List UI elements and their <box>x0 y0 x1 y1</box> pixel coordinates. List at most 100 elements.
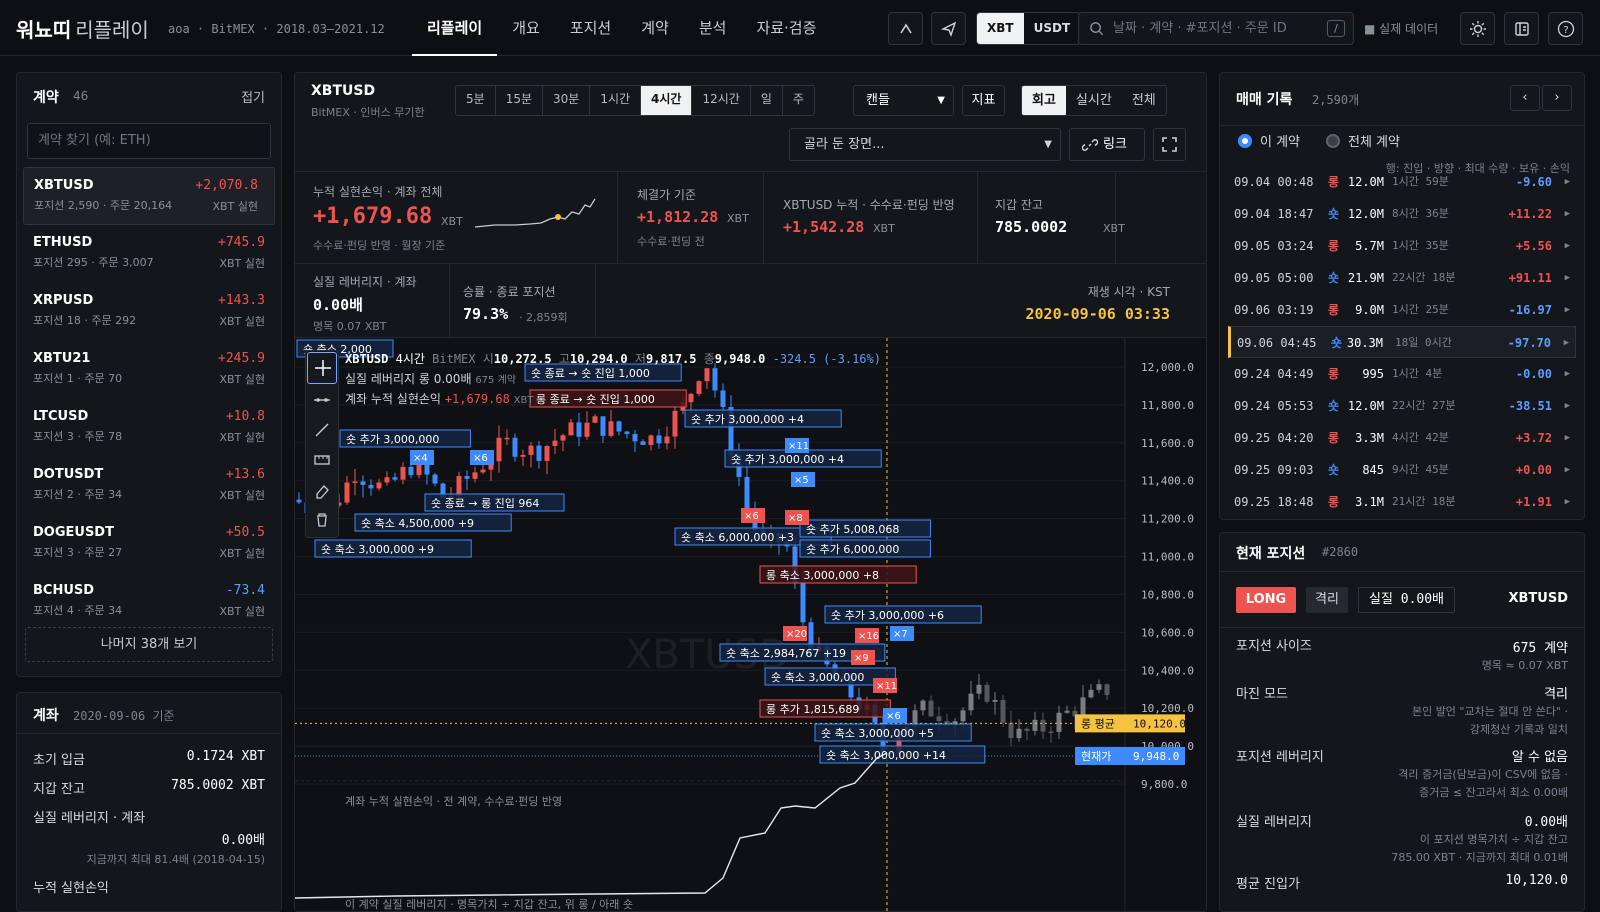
candle-body <box>1032 719 1038 731</box>
trade-row[interactable]: 09.04 00:48 롱 12.0M 1시간 59분 -9.60 ▶ <box>1228 166 1576 198</box>
account-leverage-label: 실질 레버리지 · 계좌 <box>33 811 146 826</box>
currency-xbt[interactable]: XBT <box>977 13 1024 44</box>
crosshair-tool-icon[interactable] <box>307 352 337 384</box>
timeframe-button[interactable]: 4시간 <box>641 86 693 115</box>
tab-contracts[interactable]: 계약 <box>626 0 684 56</box>
eraser-tool-icon[interactable] <box>306 475 338 505</box>
help-icon[interactable]: ? <box>1548 12 1583 45</box>
timeframe-button[interactable]: 5분 <box>456 86 496 115</box>
trade-annotation[interactable]: 숏 축소 4,500,000 +9 <box>354 513 512 532</box>
contract-row[interactable]: ETHUSD 포지션 295 · 주문 3,007 +745.9 XBT 실현 <box>17 225 281 283</box>
tab-overview[interactable]: 개요 <box>497 0 555 56</box>
timeframe-button[interactable]: 주 <box>783 86 814 115</box>
timeframe-button[interactable]: 12시간 <box>692 86 751 115</box>
candle-body <box>400 466 406 480</box>
caret-up-icon[interactable] <box>888 12 923 45</box>
tab-analysis[interactable]: 분석 <box>684 0 742 56</box>
trend-line-tool-icon[interactable] <box>306 415 338 445</box>
position-size-label: 포지션 사이즈 <box>1236 639 1312 654</box>
trade-annotation[interactable]: 숏 축소 3,000,000 +5 <box>814 723 972 742</box>
fill-count-marker: ×8 <box>785 510 809 525</box>
contract-row[interactable]: XBTUSD 포지션 2,590 · 주문 20,164 +2,070.8 XB… <box>23 167 275 225</box>
trade-qty: 21.9M <box>1347 271 1384 285</box>
trade-annotation[interactable]: 롱 종료 → 숏 진입 1,000 <box>529 389 687 408</box>
trade-annotation[interactable]: 숏 추가 3,000,000 <box>339 429 471 448</box>
collapse-button[interactable]: 접기 <box>241 87 265 106</box>
contract-search-input[interactable]: 계약 찾기 (예: ETH) <box>27 123 271 159</box>
filter-this-contract[interactable]: 이 계약 <box>1238 131 1300 150</box>
trade-row[interactable]: 09.06 03:19 롱 9.0M 1시간 25분 -16.97 ▶ <box>1228 294 1576 326</box>
sun-icon[interactable] <box>1460 12 1495 45</box>
tab-replay[interactable]: 리플레이 <box>412 0 498 56</box>
trade-annotation[interactable]: 숏 종료 → 롱 진입 964 <box>424 493 565 512</box>
candle-body <box>512 437 518 457</box>
trade-row[interactable]: 09.05 03:24 롱 5.7M 1시간 35분 +5.56 ▶ <box>1228 230 1576 262</box>
contract-row[interactable]: LTCUSD 포지션 3 · 주문 78 +10.8 XBT 실현 <box>17 399 281 457</box>
trade-pnl: -0.00 <box>1515 367 1552 381</box>
timeframe-button[interactable]: 30분 <box>543 86 591 115</box>
mode-review[interactable]: 회고 <box>1022 86 1066 115</box>
trade-row[interactable]: 09.25 04:20 롱 3.3M 4시간 42분 +3.72 ▶ <box>1228 422 1576 454</box>
candle-body <box>656 435 662 444</box>
currency-usdt[interactable]: USDT <box>1024 13 1081 44</box>
trade-annotation[interactable]: 숏 추가 3,000,000 +4 <box>684 409 842 428</box>
contract-row[interactable]: XRPUSD 포지션 18 · 주문 292 +143.3 XBT 실현 <box>17 283 281 341</box>
trade-annotation[interactable]: 롱 추가 1,815,689 <box>759 699 891 718</box>
trade-hold: 21시간 18분 <box>1392 495 1456 508</box>
tab-data-verify[interactable]: 자료·검증 <box>741 0 831 56</box>
trade-qty: 12.0M <box>1347 207 1384 221</box>
timeframe-button[interactable]: 15분 <box>496 86 543 115</box>
trade-annotation[interactable]: 숏 추가 6,000,000 <box>799 539 931 558</box>
trade-row[interactable]: 09.24 04:49 롱 995 1시간 4분 -0.00 ▶ <box>1228 358 1576 390</box>
trade-annotation[interactable]: 롱 축소 3,000,000 +8 <box>759 565 917 584</box>
mode-realtime[interactable]: 실시간 <box>1066 86 1122 115</box>
app-brand[interactable]: 워뇨띠 리플레이 <box>16 14 149 43</box>
price-chart[interactable]: 12,000.0 11,800.0 11,600.0 11,400.0 11,200.0… <box>295 338 1206 911</box>
trade-row[interactable]: 09.04 18:47 숏 12.0M 8시간 36분 +11.22 ▶ <box>1228 198 1576 230</box>
timeframe-button[interactable]: 1시간 <box>590 86 642 115</box>
trash-icon[interactable] <box>306 505 338 535</box>
show-more-contracts-button[interactable]: 나머지 38개 보기 <box>25 627 273 662</box>
contract-row[interactable]: DOTUSDT 포지션 2 · 주문 34 +13.6 XBT 실현 <box>17 457 281 515</box>
contract-list: XBTUSD 포지션 2,590 · 주문 20,164 +2,070.8 XB… <box>17 167 281 631</box>
contract-row[interactable]: BCHUSD 포지션 4 · 주문 34 -73.4 XBT 실현 <box>17 573 281 631</box>
y-tick-label: 10,200.0 <box>1141 702 1194 715</box>
chevron-left-icon[interactable]: ‹ <box>1510 85 1540 111</box>
search-input[interactable]: 날짜 · 계약 · #포지션 · 주문 ID / <box>1078 12 1354 45</box>
timeframe-button[interactable]: 일 <box>751 86 783 115</box>
ruler-tool-icon[interactable] <box>306 445 338 475</box>
trade-row[interactable]: 09.25 18:48 롱 3.1M 21시간 18분 +1.91 ▶ <box>1228 486 1576 518</box>
trade-annotation[interactable]: 숏 축소 3,000,000 +9 <box>314 539 472 558</box>
filter-all-contracts[interactable]: 전체 계약 <box>1326 131 1400 150</box>
mode-all[interactable]: 전체 <box>1122 86 1166 115</box>
trade-direction: 롱 <box>1328 367 1340 381</box>
trade-row[interactable]: 09.05 05:00 숏 21.9M 22시간 18분 +91.11 ▶ <box>1228 262 1576 294</box>
contract-row[interactable]: XBTU21 포지션 1 · 주문 70 +245.9 XBT 실현 <box>17 341 281 399</box>
trade-row[interactable]: 09.24 05:53 숏 12.0M 22시간 27분 -38.51 ▶ <box>1228 390 1576 422</box>
wallet-stat-label: 지갑 잔고 <box>995 198 1043 212</box>
fill-count-marker: ×20 <box>783 626 807 641</box>
indicators-button[interactable]: 지표 <box>962 85 1005 116</box>
fullscreen-icon[interactable] <box>1153 128 1186 161</box>
contract-row[interactable]: DOGEUSDT 포지션 3 · 주문 27 +50.5 XBT 실현 <box>17 515 281 573</box>
tab-positions[interactable]: 포지션 <box>555 0 626 56</box>
link-button[interactable]: 링크 <box>1069 128 1145 161</box>
candle-body <box>1064 710 1070 713</box>
trade-row[interactable]: 09.06 04:45 숏 30.3M 18일 0시간 -97.70 ▶ <box>1228 326 1576 358</box>
horizontal-line-tool-icon[interactable] <box>306 385 338 415</box>
trade-annotation[interactable]: 숏 추가 5,008,068 <box>799 519 931 538</box>
trade-annotation[interactable]: 숏 축소 3,000,000 +14 <box>819 745 986 764</box>
contracts-title: 계약 <box>33 90 59 106</box>
trade-annotation[interactable]: 숏 추가 3,000,000 +6 <box>824 605 982 624</box>
trade-pnl: +0.00 <box>1515 463 1552 477</box>
trade-annotation-text: 숏 축소 3,000,000 +5 <box>821 727 934 740</box>
saved-scene-select[interactable]: 골라 둔 장면... ▼ <box>789 128 1061 161</box>
chart-type-select[interactable]: 캔들 ▼ <box>853 85 954 116</box>
send-icon[interactable] <box>931 12 966 45</box>
candle-body <box>1000 699 1006 723</box>
chevron-right-icon[interactable]: › <box>1542 85 1572 111</box>
link-icon <box>1082 139 1098 151</box>
chart-symbol: XBTUSD <box>311 83 376 99</box>
book-icon[interactable] <box>1504 12 1539 45</box>
trade-row[interactable]: 09.25 09:03 숏 845 9시간 45분 +0.00 ▶ <box>1228 454 1576 486</box>
